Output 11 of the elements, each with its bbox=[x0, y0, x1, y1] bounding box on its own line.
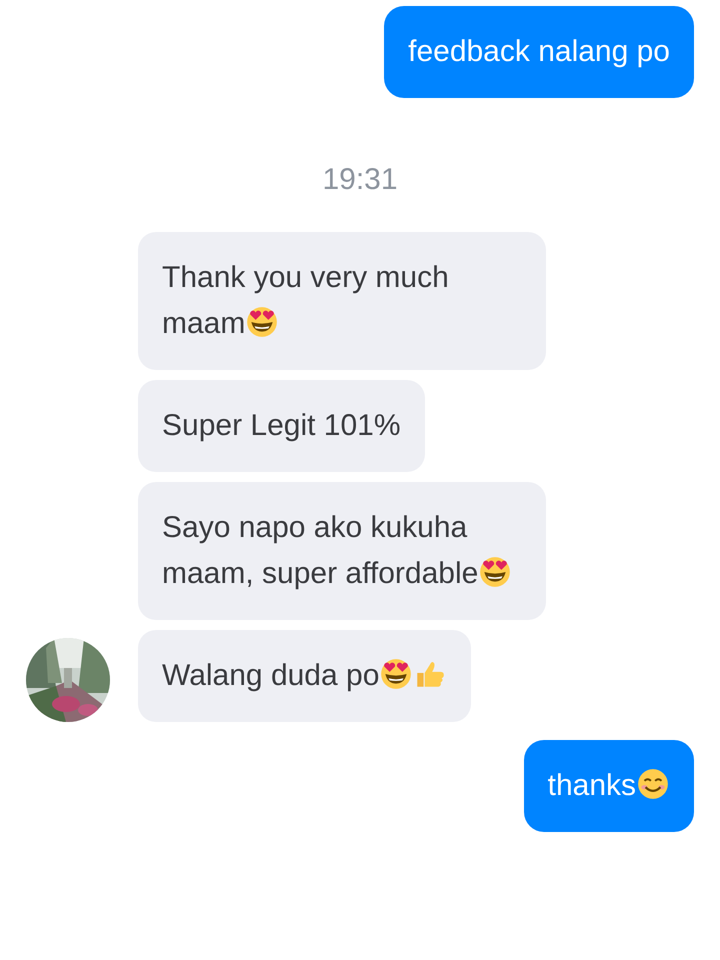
received-message: Walang duda po bbox=[138, 630, 472, 722]
heart-eyes-emoji-icon bbox=[478, 555, 512, 589]
received-message: Sayo napo ako kukuha maam, super affordable bbox=[138, 482, 546, 620]
received-message: Super Legit 101% bbox=[138, 380, 425, 472]
sent-message: thanks bbox=[524, 740, 694, 832]
smiling-emoji-icon bbox=[636, 767, 670, 801]
heart-eyes-emoji-icon bbox=[379, 657, 414, 691]
heart-eyes-emoji-icon bbox=[245, 305, 280, 339]
timestamp: 19:31 bbox=[322, 162, 398, 198]
received-message: Thank you very much maam bbox=[138, 232, 546, 370]
sent-message: feedback nalang po bbox=[384, 6, 694, 98]
